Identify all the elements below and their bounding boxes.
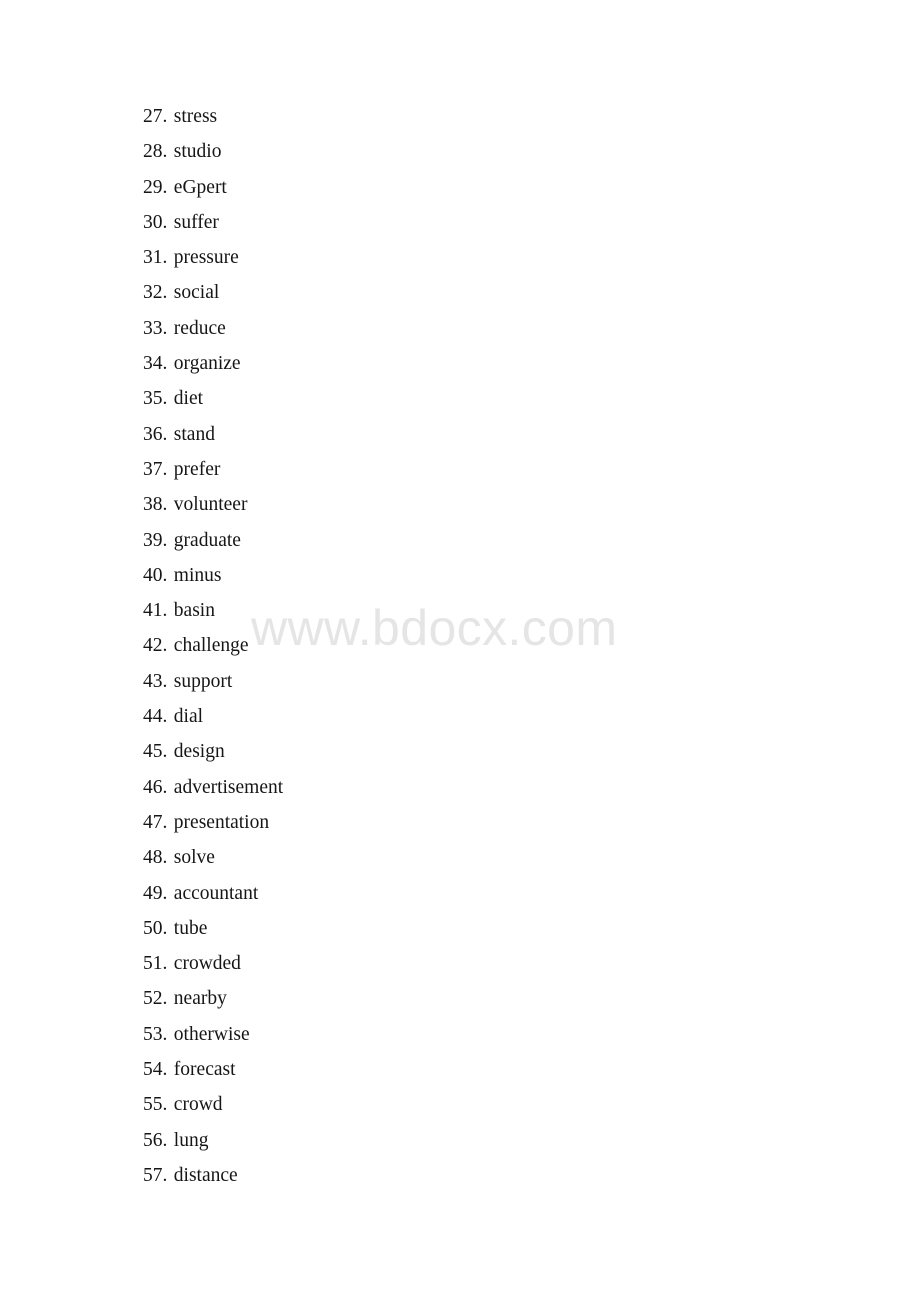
word-list-item-number: 28. <box>143 141 168 163</box>
word-list-item-word: solve <box>173 847 215 869</box>
word-list-item: 42. challenge <box>143 633 283 668</box>
word-list-item-word: otherwise <box>173 1023 250 1045</box>
word-list-item-number: 29. <box>143 176 168 198</box>
word-list-item: 27. stress <box>143 104 283 139</box>
word-list-item-word: basin <box>173 600 215 622</box>
word-list-item: 36. stand <box>143 422 283 457</box>
word-list-item-number: 47. <box>143 811 168 833</box>
word-list-item: 55. crowd <box>143 1092 283 1127</box>
word-list-item-number: 31. <box>143 247 168 269</box>
word-list-item-word: suffer <box>173 211 219 233</box>
word-list-item-word: crowded <box>173 953 241 975</box>
word-list-item: 50. tube <box>143 916 283 951</box>
word-list-item: 30. suffer <box>143 210 283 245</box>
word-list-item: 57. distance <box>143 1163 283 1198</box>
word-list-item-number: 43. <box>143 670 168 692</box>
word-list-item-word: volunteer <box>173 494 248 516</box>
word-list-item-number: 51. <box>143 953 168 975</box>
word-list-item: 45. design <box>143 739 283 774</box>
word-list-item: 39. graduate <box>143 528 283 563</box>
word-list-item-number: 54. <box>143 1059 168 1081</box>
word-list-item-word: studio <box>173 141 222 163</box>
word-list-item-word: dial <box>173 706 204 728</box>
word-list-item: 52. nearby <box>143 986 283 1021</box>
word-list-item-number: 49. <box>143 882 168 904</box>
word-list-item-word: social <box>173 282 220 304</box>
word-list-item-number: 53. <box>143 1023 168 1045</box>
word-list-item: 32. social <box>143 280 283 315</box>
word-list-item-number: 36. <box>143 423 168 445</box>
word-list-item-number: 40. <box>143 564 168 586</box>
word-list-item-number: 33. <box>143 317 168 339</box>
word-list-item: 41. basin <box>143 598 283 633</box>
word-list-item-word: pressure <box>173 247 239 269</box>
word-list-item-word: lung <box>173 1129 209 1151</box>
word-list-item-number: 42. <box>143 635 168 657</box>
word-list-item-word: support <box>173 670 233 692</box>
word-list-item: 51. crowded <box>143 951 283 986</box>
word-list-item-word: minus <box>173 564 222 586</box>
word-list-item-number: 34. <box>143 353 168 375</box>
word-list-item-number: 48. <box>143 847 168 869</box>
word-list-item-word: design <box>173 741 225 763</box>
word-list-item-number: 38. <box>143 494 168 516</box>
word-list-item-word: organize <box>173 353 241 375</box>
word-list-item-word: distance <box>173 1164 238 1186</box>
word-list-item-number: 30. <box>143 211 168 233</box>
word-list-item-word: diet <box>173 388 204 410</box>
word-list-item: 33. reduce <box>143 316 283 351</box>
word-list-item: 35. diet <box>143 386 283 421</box>
word-list-item-word: stand <box>173 423 215 445</box>
document-page: www.bdocx.com 27. stress 28. studio 29. eGper… <box>0 0 920 1302</box>
word-list-item-word: reduce <box>173 317 226 339</box>
word-list-item: 28. studio <box>143 139 283 174</box>
word-list-item-word: advertisement <box>173 776 284 798</box>
word-list-item: 43. support <box>143 669 283 704</box>
word-list-item-number: 55. <box>143 1094 168 1116</box>
word-list-item-word: nearby <box>173 988 227 1010</box>
word-list-item: 56. lung <box>143 1128 283 1163</box>
word-list-item-number: 37. <box>143 458 168 480</box>
word-list-item-word: prefer <box>173 458 221 480</box>
word-list-item: 49. accountant <box>143 881 283 916</box>
word-list-item: 53. otherwise <box>143 1022 283 1057</box>
word-list-item-number: 46. <box>143 776 168 798</box>
word-list-item: 54. forecast <box>143 1057 283 1092</box>
word-list-item: 44. dial <box>143 704 283 739</box>
word-list-item-number: 50. <box>143 917 168 939</box>
word-list-item-number: 27. <box>143 106 168 127</box>
word-list-item-word: tube <box>173 917 208 939</box>
word-list-item: 34. organize <box>143 351 283 386</box>
word-list-item: 47. presentation <box>143 810 283 845</box>
word-list-item: 31. pressure <box>143 245 283 280</box>
word-list-item-word: accountant <box>173 882 259 904</box>
word-list-item: 29. eGpert <box>143 175 283 210</box>
word-list-item-word: challenge <box>173 635 249 657</box>
word-list-item-number: 35. <box>143 388 168 410</box>
word-list-item-number: 57. <box>143 1164 168 1186</box>
word-list-item-number: 56. <box>143 1129 168 1151</box>
word-list-item-word: forecast <box>173 1059 236 1081</box>
word-list-item-number: 32. <box>143 282 168 304</box>
word-list-item-word: presentation <box>173 811 270 833</box>
word-list-item-word: stress <box>173 106 218 127</box>
word-list-item: 37. prefer <box>143 457 283 492</box>
word-list-item-word: graduate <box>173 529 241 551</box>
site-watermark: www.bdocx.com <box>251 600 618 656</box>
word-list-item-word: eGpert <box>173 176 227 198</box>
word-list-item-word: crowd <box>173 1094 223 1116</box>
word-list-item: 40. minus <box>143 563 283 598</box>
word-list-item-number: 44. <box>143 706 168 728</box>
word-list-item: 48. solve <box>143 845 283 880</box>
word-list-item-number: 41. <box>143 600 168 622</box>
word-list-item: 38. volunteer <box>143 492 283 527</box>
word-list-item-number: 45. <box>143 741 168 763</box>
word-list-item: 46. advertisement <box>143 775 283 810</box>
word-list-item-number: 52. <box>143 988 168 1010</box>
vocabulary-word-list: 27. stress 28. studio 29. eGpert 30. suffer 31. p… <box>143 104 283 1198</box>
word-list-item-number: 39. <box>143 529 168 551</box>
